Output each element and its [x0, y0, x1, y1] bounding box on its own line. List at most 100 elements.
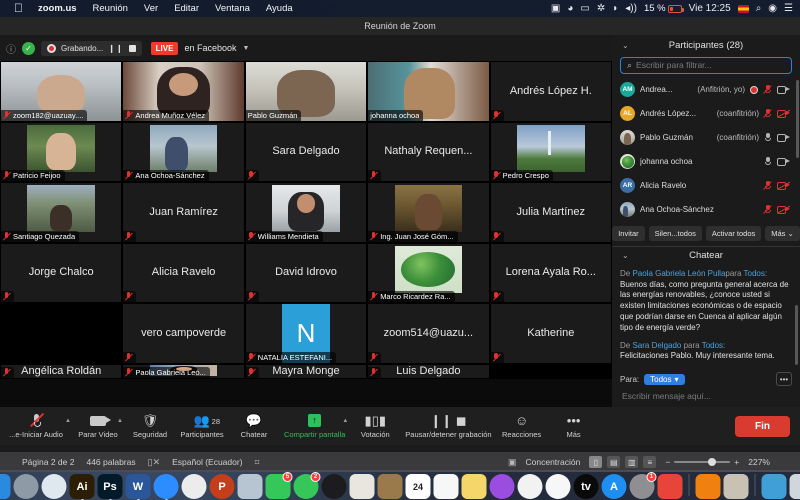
photos-icon[interactable] — [545, 474, 571, 499]
toolbar-reactions-button[interactable]: ☺ Reacciones — [496, 414, 548, 439]
participant-tile[interactable]: Mayra Monge — [245, 364, 367, 378]
participant-tile[interactable]: Paola Gabriela Leó... — [123, 364, 244, 378]
volume-icon[interactable]: ◂)) — [625, 0, 637, 17]
camera-off-icon[interactable] — [777, 181, 790, 190]
toolbar-share-screen-button[interactable]: ↑ Compartir pantalla ▲ — [280, 414, 349, 439]
draft-icon[interactable]: ≡ — [643, 456, 657, 468]
spain-flag-icon[interactable] — [737, 4, 749, 13]
siri-icon[interactable]: ◉ — [768, 0, 777, 17]
itunes-icon[interactable] — [517, 474, 543, 499]
dropbox-icon[interactable]: ◕ — [567, 0, 573, 17]
stop-icon[interactable] — [128, 44, 136, 52]
participant-tile[interactable]: Juan Ramírez — [123, 183, 244, 242]
toolbar-record-controls-button[interactable]: ❙❙ ◼ Pausar/detener grabación — [401, 414, 495, 439]
participant-tile[interactable]: Santiago Quezada — [1, 183, 122, 242]
ellipsis-icon[interactable]: ••• — [776, 372, 792, 387]
contacts-icon[interactable] — [377, 474, 403, 499]
screenshot-folder-icon[interactable] — [723, 474, 749, 499]
chat-messages[interactable]: De Paola Gabriela León Pullapara Todos: B… — [612, 265, 800, 369]
messages-icon[interactable]: 2 — [293, 472, 321, 499]
participant-tile[interactable]: Nathaly Requen... — [368, 122, 489, 182]
participant-tile[interactable]: zoom182@uazuay.... — [1, 62, 122, 121]
chevron-down-icon[interactable]: ⌄ — [622, 41, 629, 50]
participant-tile[interactable]: Sara Delgado — [245, 122, 367, 182]
participant-row[interactable]: johanna ochoa — [612, 150, 796, 174]
zoom-out-button[interactable]: − — [665, 457, 670, 467]
bluetooth-icon[interactable]: ✲ — [597, 0, 605, 17]
notes-icon[interactable] — [461, 474, 487, 499]
participant-tile[interactable]: Patricio Feijoo — [1, 122, 122, 182]
chevron-down-icon[interactable]: ⌄ — [622, 251, 629, 260]
menu-item-ver[interactable]: Ver — [136, 0, 166, 17]
illustrator-icon[interactable]: Ai — [69, 474, 95, 500]
wifi-icon[interactable]: ◗ — [612, 0, 618, 17]
zoom-slider-knob[interactable] — [708, 458, 717, 466]
preview-icon[interactable] — [237, 474, 263, 499]
participants-search[interactable]: ⌕ Escribir para filtrar... — [620, 57, 792, 74]
toolbar-chat-button[interactable]: 💬 Chatear — [228, 414, 280, 439]
camera-off-icon[interactable] — [777, 109, 790, 118]
photoshop-icon[interactable]: Ps — [97, 474, 123, 500]
participants-button-3[interactable]: Más ⌄ — [765, 226, 800, 242]
participant-row[interactable]: AM Andrea... (Anfitrión, yo) — [612, 78, 796, 102]
participant-tile[interactable]: Andrés López H. — [490, 62, 611, 121]
powerpoint-icon[interactable]: P — [209, 474, 235, 499]
toolbar-microphone-off-button[interactable]: ...e-Iniciar Audio ▲ — [0, 412, 72, 439]
language-indicator[interactable]: Español (Ecuador) — [172, 457, 242, 467]
menu-item-editar[interactable]: Editar — [166, 0, 207, 17]
microphone-muted-icon[interactable] — [764, 108, 771, 119]
participant-tile[interactable] — [1, 304, 122, 363]
menu-item-ventana[interactable]: Ventana — [207, 0, 258, 17]
participants-button-1[interactable]: Silen...todos — [648, 226, 702, 242]
menu-item-ayuda[interactable]: Ayuda — [258, 0, 301, 17]
participant-row[interactable]: Pablo Guzmán (coanfitrión) — [612, 126, 796, 150]
info-icon[interactable]: ⓘ — [6, 41, 16, 56]
microphone-icon[interactable] — [764, 132, 771, 143]
participant-tile[interactable]: Julia Martínez — [490, 183, 611, 242]
microphone-icon[interactable] — [764, 156, 771, 167]
print-layout-icon[interactable]: ▯ — [589, 456, 603, 468]
vlc-icon[interactable] — [695, 474, 721, 499]
view-mode-buttons[interactable]: ▯ ▤ ▥ ≡ — [589, 456, 657, 468]
toolbar-poll-button[interactable]: ▮▯▮ Votación — [349, 414, 401, 439]
apple-tv-icon[interactable]: tv — [573, 474, 599, 499]
calendar-icon[interactable]: 24 — [405, 474, 431, 499]
toolbar-more-button[interactable]: ••• Más — [548, 414, 600, 439]
participant-tile[interactable]: Andrea Muñoz Vélez — [123, 62, 244, 121]
finder-icon[interactable] — [0, 474, 11, 499]
menu-item-reunion[interactable]: Reunión — [85, 0, 136, 17]
pause-icon[interactable]: ❙❙ — [108, 44, 123, 53]
outline-icon[interactable]: ▥ — [625, 456, 639, 468]
participants-button-0[interactable]: Invitar — [612, 226, 645, 242]
trash-icon[interactable] — [789, 474, 800, 499]
camera-icon[interactable] — [777, 85, 790, 94]
participant-tile[interactable]: Lorena Ayala Ro... — [490, 243, 611, 303]
apple-icon[interactable]:  — [7, 0, 30, 17]
shield-check-icon[interactable]: ✓ — [22, 41, 35, 55]
toolbar-participants-button[interactable]: 👥 Participantes 28 — [176, 414, 228, 439]
chrome-icon[interactable] — [181, 474, 207, 499]
participant-tile[interactable]: Ana Ochoa-Sánchez — [123, 122, 244, 182]
menu-clock[interactable]: Vie 12:25 — [689, 0, 731, 17]
chevron-up-icon[interactable]: ▲ — [65, 418, 71, 424]
keka-icon[interactable] — [657, 474, 683, 499]
launchpad-icon[interactable] — [13, 474, 39, 499]
proofing-icon[interactable]: ▯✕ — [148, 457, 161, 468]
maps-icon[interactable] — [349, 474, 375, 499]
camera-icon[interactable] — [777, 157, 790, 166]
menu-app-name[interactable]: zoom.us — [30, 0, 85, 17]
participant-tile[interactable]: Pablo Guzmán — [245, 62, 367, 121]
web-layout-icon[interactable]: ▤ — [607, 456, 621, 468]
recording-controls[interactable]: Grabando... ❙❙ — [41, 40, 142, 56]
battery-status[interactable]: 15 % — [644, 3, 684, 14]
quicktime-icon[interactable] — [321, 474, 347, 499]
participant-tile[interactable]: Pedro Crespo — [490, 122, 611, 182]
chevron-down-icon[interactable]: ▼ — [242, 45, 249, 52]
participant-tile[interactable]: Angélica Roldán — [1, 364, 122, 378]
participant-row[interactable]: AR Alicia Ravelo — [612, 174, 796, 198]
participant-tile[interactable]: Luis Delgado — [368, 364, 489, 378]
search-input[interactable]: Escribir para filtrar... — [636, 60, 712, 70]
participant-tile[interactable]: johanna ochoa — [368, 62, 489, 121]
focus-mode-icon[interactable]: ▣ — [508, 457, 517, 468]
participant-tile[interactable]: vero campoverde — [123, 304, 244, 363]
